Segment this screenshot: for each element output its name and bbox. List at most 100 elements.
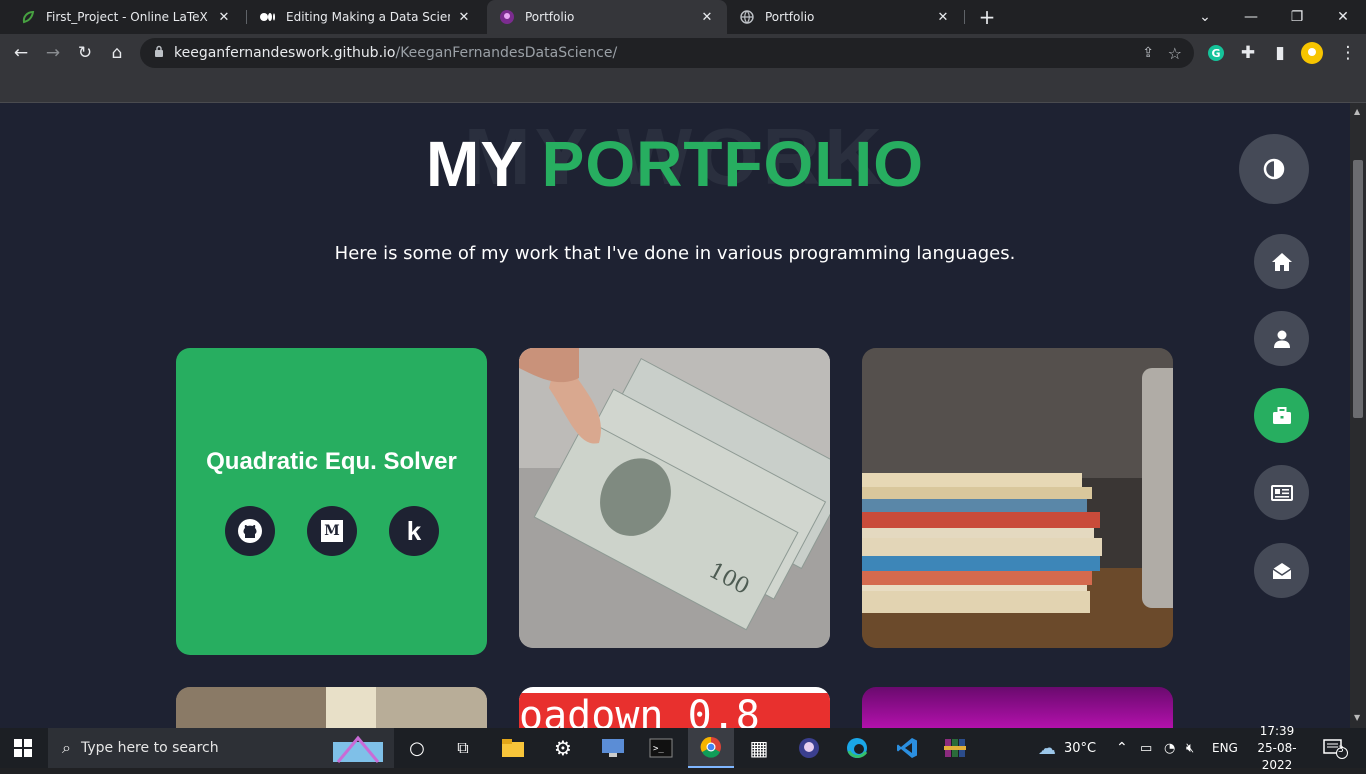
theme-toggle-button[interactable] <box>1239 134 1309 204</box>
tab-label: First_Project - Online LaTeX Edito <box>46 10 210 24</box>
url-host: keeganfernandeswork.github.io <box>174 45 396 61</box>
nav-portfolio-button[interactable] <box>1254 388 1309 443</box>
browser-tab-strip: First_Project - Online LaTeX Edito ✕ Edi… <box>0 0 1366 34</box>
url-path: /KeeganFernandesDataScience/ <box>395 45 618 61</box>
browser-toolbar: ← → ↻ ⌂ keeganfernandeswork.github.io/Ke… <box>0 34 1366 72</box>
taskbar-search[interactable]: ⌕ Type here to search <box>48 728 394 768</box>
scrollbar-thumb[interactable] <box>1353 160 1363 418</box>
theme-toggle-icon <box>1263 158 1285 180</box>
reload-button[interactable]: ↻ <box>70 38 100 68</box>
task-view-icon[interactable]: ⧉ <box>440 728 486 768</box>
new-tab-button[interactable]: + <box>972 2 1002 32</box>
back-button[interactable]: ← <box>6 38 36 68</box>
project-card-books-image[interactable] <box>862 348 1173 648</box>
scroll-up-arrow[interactable]: ▲ <box>1354 107 1362 116</box>
notification-count: 3 <box>1338 745 1344 755</box>
svg-text:>_: >_ <box>653 744 664 754</box>
remote-desktop-icon[interactable] <box>590 728 636 768</box>
title-portfolio: PORTFOLIO <box>541 128 924 200</box>
network-icon[interactable]: ◔ <box>1164 728 1175 768</box>
extensions-icon[interactable]: ✚ <box>1233 38 1263 68</box>
money-photo: 100 <box>519 348 830 648</box>
globe-icon <box>739 9 755 25</box>
cortana-icon[interactable]: ○ <box>394 728 440 768</box>
clock[interactable]: 17:39 25-08-2022 <box>1248 724 1306 772</box>
close-window-button[interactable]: ✕ <box>1320 0 1366 34</box>
language-indicator[interactable]: ENG <box>1212 728 1238 768</box>
start-button[interactable] <box>0 728 46 768</box>
chrome-icon[interactable] <box>688 728 734 768</box>
page-title: MY PORTFOLIO <box>0 127 1350 201</box>
notification-center-icon[interactable]: 3 <box>1322 728 1348 768</box>
close-icon[interactable]: ✕ <box>216 9 232 25</box>
medium-icon[interactable]: M <box>307 506 357 556</box>
nav-blog-button[interactable] <box>1254 465 1309 520</box>
close-icon[interactable]: ✕ <box>456 9 472 25</box>
medium-logo: M <box>321 520 343 542</box>
overleaf-icon <box>20 9 36 25</box>
clock-time: 17:39 <box>1259 723 1295 738</box>
project-card-quadratic[interactable]: Quadratic Equ. Solver M k <box>176 348 487 655</box>
close-icon[interactable]: ✕ <box>935 9 951 25</box>
blog-icon <box>1270 484 1293 501</box>
vscode-icon[interactable] <box>884 728 930 768</box>
bookmark-star-icon[interactable]: ☆ <box>1168 44 1182 63</box>
terminal-icon[interactable]: >_ <box>638 728 684 768</box>
user-icon <box>1273 330 1290 348</box>
windows-icon <box>14 739 32 757</box>
home-button[interactable]: ⌂ <box>102 38 132 68</box>
search-icon: ⌕ <box>62 738 71 757</box>
share-icon[interactable]: ⇪ <box>1142 45 1154 61</box>
winrar-icon[interactable] <box>932 728 978 768</box>
profile-avatar[interactable] <box>1297 38 1327 68</box>
minimize-button[interactable]: — <box>1228 0 1274 34</box>
nav-home-button[interactable] <box>1254 234 1309 289</box>
tab-label: Editing Making a Data Science Po <box>286 10 450 24</box>
menu-icon[interactable]: ⋮ <box>1333 38 1363 68</box>
weather-widget[interactable]: ☁ 30°C <box>1038 728 1096 768</box>
search-placeholder: Type here to search <box>80 740 219 756</box>
tab-medium[interactable]: Editing Making a Data Science Po ✕ <box>248 0 484 34</box>
close-icon[interactable]: ✕ <box>699 9 715 25</box>
tab-label: Portfolio <box>525 10 575 24</box>
kaggle-icon[interactable]: k <box>389 506 439 556</box>
volume-mute-icon[interactable]: 🔇︎ <box>1186 728 1194 768</box>
project-card-row2-3[interactable] <box>862 687 1173 728</box>
page-scrollbar[interactable]: ▲ ▼ <box>1350 103 1366 728</box>
restore-button[interactable]: ❐ <box>1274 0 1320 34</box>
svg-text:G: G <box>1211 47 1220 60</box>
project-card-money-image[interactable]: 100 <box>519 348 830 648</box>
cloud-icon: ☁ <box>1038 737 1056 759</box>
page-content: MY WORK MY PORTFOLIO Here is some of my … <box>0 103 1350 728</box>
calculator-icon[interactable]: ▦ <box>736 728 782 768</box>
project-card-row2-2[interactable]: oadown 0.8 <box>519 687 830 728</box>
tab-overleaf[interactable]: First_Project - Online LaTeX Edito ✕ <box>8 0 244 34</box>
forward-button[interactable]: → <box>38 38 68 68</box>
grammarly-icon[interactable]: G <box>1201 38 1231 68</box>
portfolio-icon <box>499 9 515 25</box>
page-subtitle: Here is some of my work that I've done i… <box>334 243 1016 264</box>
scroll-down-arrow[interactable]: ▼ <box>1354 713 1362 722</box>
nav-contact-button[interactable] <box>1254 543 1309 598</box>
edge-icon[interactable] <box>834 728 880 768</box>
tab-portfolio[interactable]: Portfolio ✕ <box>727 0 963 34</box>
address-bar[interactable]: keeganfernandeswork.github.io/KeeganFern… <box>140 38 1194 68</box>
github-icon[interactable] <box>225 506 275 556</box>
tab-separator <box>246 10 247 24</box>
windows-taskbar: ⌕ Type here to search ○ ⧉ ⚙ >_ ▦ ☁ 30°C … <box>0 724 1366 772</box>
settings-gear-icon[interactable]: ⚙ <box>540 728 586 768</box>
tab-label: Portfolio <box>765 10 815 24</box>
project-photo <box>176 687 487 728</box>
app-avatar-icon[interactable] <box>786 728 832 768</box>
tab-portfolio-active[interactable]: Portfolio ✕ <box>487 0 727 34</box>
books-photo <box>862 348 1173 648</box>
project-card-row2-1[interactable] <box>176 687 487 728</box>
battery-icon[interactable]: ▭ <box>1140 728 1152 768</box>
file-explorer-icon[interactable] <box>490 728 536 768</box>
tray-overflow-chevron-icon[interactable]: ⌃ <box>1116 728 1128 768</box>
nav-about-button[interactable] <box>1254 311 1309 366</box>
side-panel-icon[interactable]: ▮ <box>1265 38 1295 68</box>
page-top-strip <box>0 72 1366 103</box>
contact-icon <box>1272 562 1291 579</box>
tab-search-button[interactable]: ⌄ <box>1182 0 1228 34</box>
